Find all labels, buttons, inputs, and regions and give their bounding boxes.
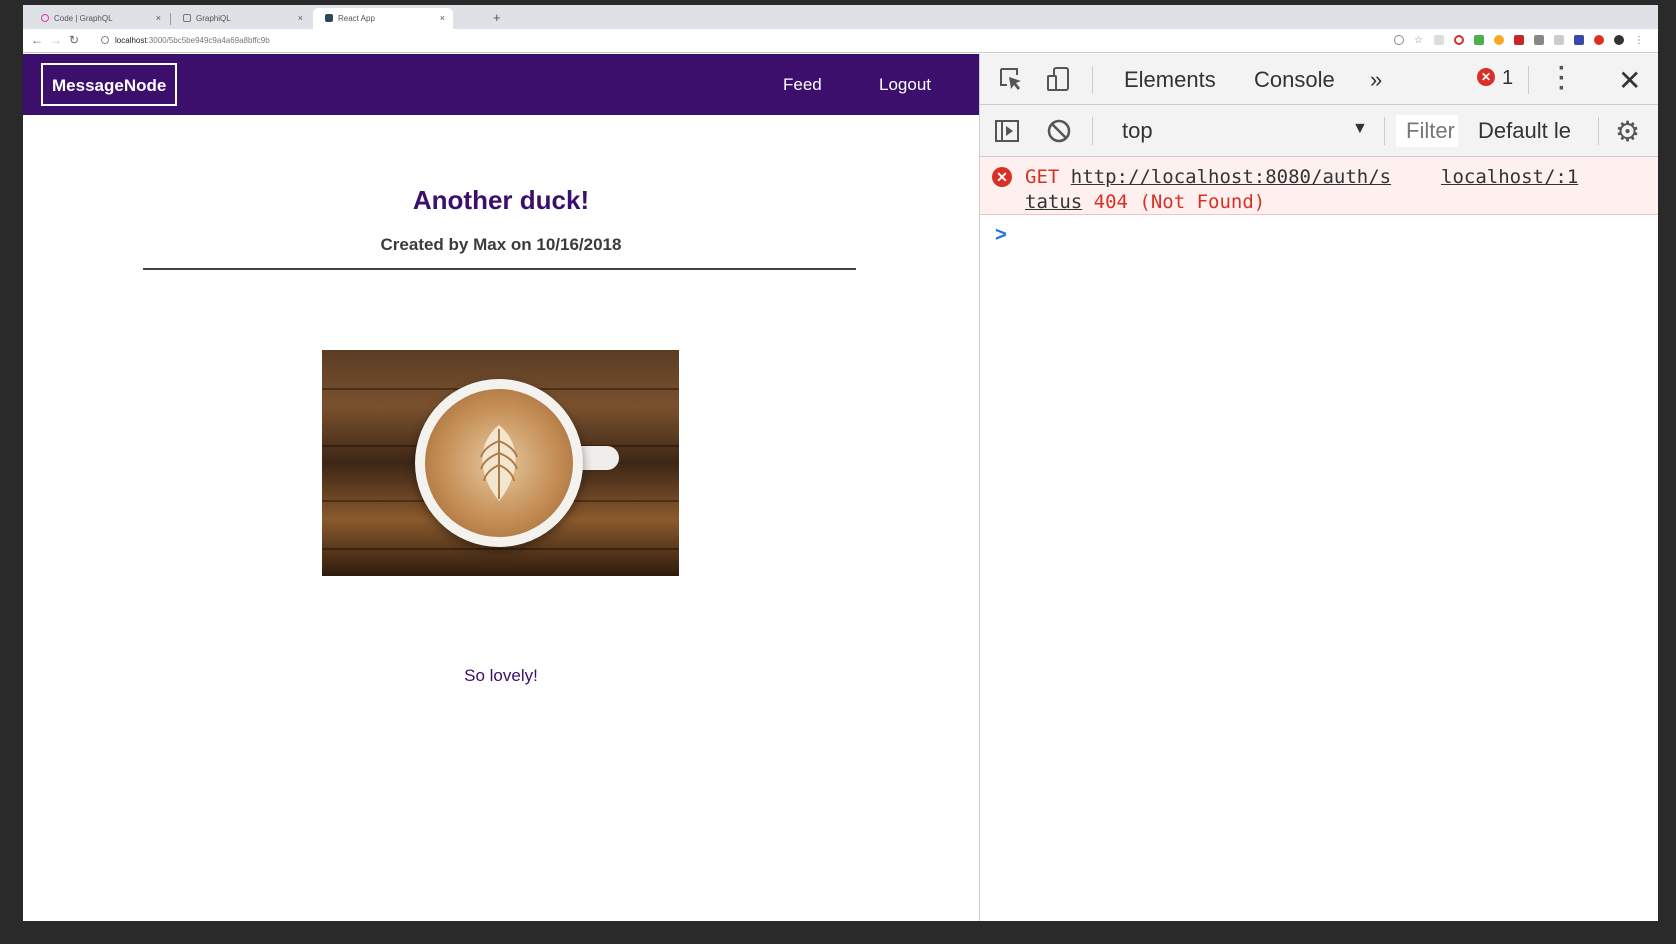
logo[interactable]: MessageNode xyxy=(41,63,178,106)
close-devtools-icon[interactable]: ✕ xyxy=(1618,64,1641,97)
tab-react-app[interactable]: React App × xyxy=(313,8,453,29)
extension-icon[interactable] xyxy=(1434,35,1444,45)
extension-icons: ☆ ⋮ xyxy=(1394,35,1644,46)
tab-console[interactable]: Console xyxy=(1234,67,1357,108)
browser-window: Code | GraphQL × GraphiQL × React App × … xyxy=(23,5,1658,921)
chevron-down-icon[interactable]: ▼ xyxy=(1352,120,1368,138)
context-selector[interactable]: top xyxy=(1122,118,1153,144)
console-error-message: ✕ GET http://localhost:8080/auth/s local… xyxy=(980,157,1658,215)
extension-icon[interactable] xyxy=(1474,35,1484,45)
error-icon: ✕ xyxy=(992,167,1012,187)
devtools-tabbar: Elements Console » ✕ 1 · · · ✕ xyxy=(980,54,1658,108)
nav-logout[interactable]: Logout xyxy=(879,75,931,95)
gear-icon[interactable]: ⚙ xyxy=(1615,115,1640,148)
log-levels-dropdown[interactable]: Default le xyxy=(1478,118,1571,144)
app-header: MessageNode Feed Logout xyxy=(23,54,979,115)
document-icon xyxy=(183,14,191,22)
extension-icon[interactable] xyxy=(1494,35,1504,45)
error-url-link[interactable]: http://localhost:8080/auth/s xyxy=(1071,166,1391,188)
post-content: So lovely! xyxy=(464,666,538,685)
graphql-icon xyxy=(41,14,49,22)
error-badge-icon[interactable]: ✕ xyxy=(1477,68,1495,86)
avatar[interactable] xyxy=(1614,35,1624,45)
coffee-cup xyxy=(415,379,583,547)
close-tab-icon[interactable]: × xyxy=(298,13,303,23)
error-source-link[interactable]: localhost/:1 xyxy=(1441,166,1578,188)
tab-elements[interactable]: Elements xyxy=(1124,67,1216,93)
extension-icon[interactable] xyxy=(1534,35,1544,45)
forward-icon[interactable]: → xyxy=(50,33,62,47)
star-icon[interactable]: ☆ xyxy=(1414,35,1424,46)
app-page: MessageNode Feed Logout Another duck! Cr… xyxy=(23,54,979,921)
latte-art-icon xyxy=(480,425,518,501)
inspect-element-icon[interactable] xyxy=(998,66,1024,92)
browser-toolbar: ← → ↻ localhost:3000/5bc5be949c9a4a69a8b… xyxy=(23,29,1658,53)
info-icon xyxy=(101,36,109,44)
sidebar-toggle-icon[interactable] xyxy=(994,118,1020,144)
post-image xyxy=(322,350,679,576)
device-toolbar-icon[interactable] xyxy=(1046,66,1072,92)
close-tab-icon[interactable]: × xyxy=(156,13,161,23)
new-tab-icon[interactable]: + xyxy=(493,10,501,25)
clear-console-icon[interactable] xyxy=(1046,118,1072,144)
devtools-panel: Elements Console » ✕ 1 · · · ✕ top ▼ Filte… xyxy=(979,54,1658,921)
extension-icon[interactable] xyxy=(1554,35,1564,45)
extension-icon[interactable] xyxy=(1514,35,1524,45)
reload-icon[interactable]: ↻ xyxy=(69,33,79,47)
error-url-link-cont[interactable]: tatus xyxy=(1025,191,1082,213)
tab-strip: Code | GraphQL × GraphiQL × React App × … xyxy=(23,5,1658,29)
address-bar[interactable]: localhost:3000/5bc5be949c9a4a69a8bffc9b xyxy=(93,32,1383,50)
post-title: Another duck! xyxy=(412,185,590,215)
menu-icon[interactable]: ⋮ xyxy=(1634,35,1644,46)
nav-feed[interactable]: Feed xyxy=(783,75,822,95)
extension-icon[interactable] xyxy=(1574,35,1584,45)
zoom-icon[interactable] xyxy=(1394,35,1404,45)
cup-handle xyxy=(579,446,619,470)
tab-graphiql[interactable]: GraphiQL × xyxy=(171,8,311,29)
more-tabs-icon[interactable]: » xyxy=(1370,67,1382,93)
divider xyxy=(143,268,856,270)
filter-input[interactable]: Filter xyxy=(1396,115,1458,147)
opera-icon[interactable] xyxy=(1454,35,1464,45)
post-meta: Created by Max on 10/16/2018 xyxy=(380,235,622,254)
more-options-icon[interactable]: · · · xyxy=(1558,57,1566,101)
console-toolbar: top ▼ Filter Default le ⚙ xyxy=(980,105,1658,157)
react-app-icon xyxy=(325,14,333,22)
console-prompt-icon[interactable]: > xyxy=(995,224,1007,247)
tab-code-graphql[interactable]: Code | GraphQL × xyxy=(29,8,169,29)
error-count[interactable]: 1 xyxy=(1502,67,1513,90)
back-icon[interactable]: ← xyxy=(31,33,43,47)
extension-icon[interactable] xyxy=(1594,35,1604,45)
close-tab-icon[interactable]: × xyxy=(440,13,445,23)
